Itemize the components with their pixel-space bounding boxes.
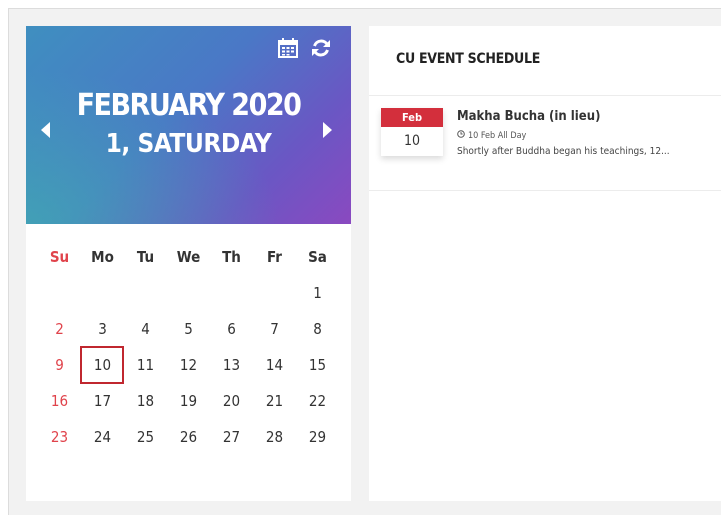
calendar-day[interactable]: 28: [253, 419, 296, 455]
event-date-day: 10: [403, 133, 421, 149]
calendar-day[interactable]: 12: [167, 347, 210, 383]
event-title-link[interactable]: Makha Bucha (in lieu): [457, 109, 600, 124]
calendar-empty-cell: [38, 275, 81, 311]
calendar-empty-cell: [253, 275, 296, 311]
calendar-day[interactable]: 13: [210, 347, 253, 383]
calendar-day[interactable]: 25: [124, 419, 167, 455]
weekday-header: We: [176, 248, 201, 266]
calendar-day[interactable]: 10: [80, 346, 124, 384]
calendar-day[interactable]: 5: [167, 311, 210, 347]
event-time-text: 10 Feb All Day: [468, 130, 527, 141]
month-year-title: FEBRUARY 2020: [76, 88, 302, 123]
calendar-empty-cell: [124, 275, 167, 311]
calendar-day[interactable]: 27: [210, 419, 253, 455]
calendar-day[interactable]: 20: [210, 383, 253, 419]
calendar-day[interactable]: 11: [124, 347, 167, 383]
calendar-day[interactable]: 21: [253, 383, 296, 419]
divider: [369, 190, 721, 191]
calendar-day[interactable]: 14: [253, 347, 296, 383]
weekday-header: Fr: [267, 248, 282, 266]
weekday-header: Su: [49, 248, 70, 266]
event-date-month: Feb: [381, 108, 443, 127]
refresh-icon[interactable]: [311, 38, 331, 58]
calendar-day[interactable]: 26: [167, 419, 210, 455]
calendar-day[interactable]: 23: [38, 419, 81, 455]
event-schedule-heading: CU EVENT SCHEDULE: [396, 51, 541, 67]
divider: [369, 95, 721, 96]
calendar-day[interactable]: 3: [81, 311, 124, 347]
calendar-header: FEBRUARY 2020 1, SATURDAY: [26, 26, 351, 224]
calendar-empty-cell: [167, 275, 210, 311]
calendar-grid: Su Mo Tu We Th Fr Sa 1 2 3 4 5 6 7 8 9 10 11 12 13 14 15 16 17 1…: [38, 239, 344, 455]
calendar-day[interactable]: 19: [167, 383, 210, 419]
event-schedule-card: CU EVENT SCHEDULE Feb 10 Makha Bucha (in…: [369, 26, 721, 501]
calendar-day[interactable]: 7: [253, 311, 296, 347]
calendar-day[interactable]: 15: [296, 347, 339, 383]
calendar-day[interactable]: 9: [38, 347, 81, 383]
calendar-day[interactable]: 1: [296, 275, 339, 311]
calendar-day[interactable]: 2: [38, 311, 81, 347]
calendar-day[interactable]: 6: [210, 311, 253, 347]
clock-icon: [457, 130, 465, 141]
calendar-card: FEBRUARY 2020 1, SATURDAY Su Mo Tu We Th Fr Sa…: [26, 26, 351, 501]
calendar-empty-cell: [210, 275, 253, 311]
calendar-day[interactable]: 17: [81, 383, 124, 419]
calendar-day[interactable]: 4: [124, 311, 167, 347]
calendar-day[interactable]: 16: [38, 383, 81, 419]
weekday-header: Th: [222, 248, 241, 266]
event-date-badge[interactable]: Feb 10: [381, 108, 443, 156]
weekday-header: Sa: [308, 248, 327, 266]
calendar-day[interactable]: 24: [81, 419, 124, 455]
weekday-header: Mo: [91, 248, 114, 266]
event-description: Shortly after Buddha began his teachings…: [457, 146, 670, 157]
calendar-day[interactable]: 29: [296, 419, 339, 455]
weekday-header: Tu: [136, 248, 155, 266]
calendar-day[interactable]: 18: [124, 383, 167, 419]
calendar-icon[interactable]: [278, 38, 298, 58]
calendar-day[interactable]: 22: [296, 383, 339, 419]
calendar-empty-cell: [81, 275, 124, 311]
selected-day-title: 1, SATURDAY: [105, 129, 272, 159]
calendar-day[interactable]: 8: [296, 311, 339, 347]
event-time: 10 Feb All Day: [457, 130, 526, 141]
